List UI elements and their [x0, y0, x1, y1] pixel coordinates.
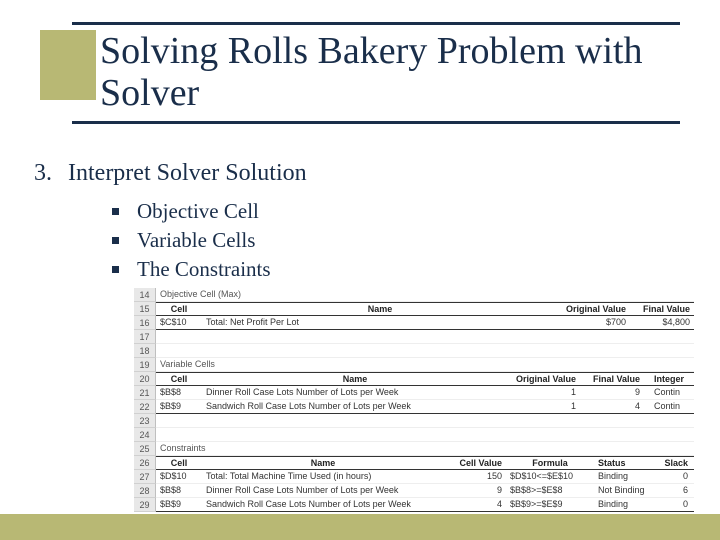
list-item: Objective Cell [112, 199, 686, 224]
cell-original-value: $700 [558, 315, 630, 329]
title-block: Solving Rolls Bakery Problem with Solver [100, 0, 680, 132]
col-final-value: Final Value [580, 372, 644, 386]
row-number: 14 [134, 288, 156, 302]
cell-original-value: 1 [508, 399, 580, 413]
cell-ref: $B$8 [156, 483, 202, 497]
cell-formula: $B$9>=$E$9 [506, 497, 594, 511]
section-label-constraints: Constraints [156, 441, 210, 455]
section-label-objective: Objective Cell (Max) [156, 287, 245, 301]
row-number: 20 [134, 372, 156, 386]
cell-value: 150 [444, 469, 506, 483]
cell-final-value: 4 [580, 399, 644, 413]
step-text: Interpret Solver Solution [68, 160, 307, 187]
cell-ref: $C$10 [156, 315, 202, 329]
col-integer: Integer [644, 372, 694, 386]
rule-bottom [72, 121, 680, 124]
bullet-list: Objective Cell Variable Cells The Constr… [112, 199, 686, 282]
col-status: Status [594, 456, 656, 470]
spreadsheet-grid: Objective Cell (Max) Cell Name Original … [156, 288, 694, 512]
bullet-icon [112, 208, 119, 215]
table-header-row: Cell Name Cell Value Formula Status Slac… [156, 456, 694, 470]
col-cell: Cell [156, 372, 202, 386]
cell-name: Dinner Roll Case Lots Number of Lots per… [202, 483, 444, 497]
step-row: 3. Interpret Solver Solution [34, 160, 686, 187]
col-cell: Cell [156, 302, 202, 316]
cell-value: 9 [444, 483, 506, 497]
cell-name: Total: Net Profit Per Lot [202, 315, 558, 329]
cell-name: Dinner Roll Case Lots Number of Lots per… [202, 385, 508, 399]
row-number: 28 [134, 484, 156, 498]
body: 3. Interpret Solver Solution Objective C… [34, 160, 686, 512]
col-name: Name [202, 302, 558, 316]
cell-slack: 0 [656, 497, 694, 511]
row-number: 27 [134, 470, 156, 484]
col-cell: Cell [156, 456, 202, 470]
row-number-gutter: 14151617181920212223242526272829 [134, 288, 156, 512]
cell-name: Total: Total Machine Time Used (in hours… [202, 469, 444, 483]
row-number: 26 [134, 456, 156, 470]
cell-integer: Contin [644, 399, 694, 413]
slide-title: Solving Rolls Bakery Problem with Solver [100, 31, 680, 115]
row-number: 22 [134, 400, 156, 414]
cell-final-value: 9 [580, 385, 644, 399]
spreadsheet-screenshot: 14151617181920212223242526272829 Objecti… [134, 288, 694, 512]
list-item: The Constraints [112, 257, 686, 282]
table-row: $B$8 Dinner Roll Case Lots Number of Lot… [156, 484, 694, 498]
cell-slack: 0 [656, 469, 694, 483]
cell-ref: $B$8 [156, 385, 202, 399]
accent-bar [40, 30, 96, 100]
cell-integer: Contin [644, 385, 694, 399]
section-label-variable: Variable Cells [156, 357, 219, 371]
table-row: $B$9 Sandwich Roll Case Lots Number of L… [156, 400, 694, 414]
bullet-text: The Constraints [137, 257, 271, 282]
col-original-value: Original Value [508, 372, 580, 386]
cell-status: Binding [594, 469, 656, 483]
col-slack: Slack [656, 456, 694, 470]
cell-ref: $D$10 [156, 469, 202, 483]
col-original-value: Original Value [558, 302, 630, 316]
col-final-value: Final Value [630, 302, 694, 316]
footer-bar [0, 514, 720, 540]
cell-name: Sandwich Roll Case Lots Number of Lots p… [202, 399, 508, 413]
row-number: 17 [134, 330, 156, 344]
row-number: 16 [134, 316, 156, 330]
table-row: $B$8 Dinner Roll Case Lots Number of Lot… [156, 386, 694, 400]
bullet-text: Objective Cell [137, 199, 259, 224]
cell-ref: $B$9 [156, 399, 202, 413]
table-header-row: Cell Name Original Value Final Value [156, 302, 694, 316]
col-name: Name [202, 372, 508, 386]
rule-top [72, 22, 680, 25]
row-number: 19 [134, 358, 156, 372]
row-number: 23 [134, 414, 156, 428]
table-row: $C$10 Total: Net Profit Per Lot $700 $4,… [156, 316, 694, 330]
cell-status: Binding [594, 497, 656, 511]
table-header-row: Cell Name Original Value Final Value Int… [156, 372, 694, 386]
bullet-icon [112, 266, 119, 273]
row-number: 24 [134, 428, 156, 442]
cell-status: Not Binding [594, 483, 656, 497]
cell-formula: $B$8>=$E$8 [506, 483, 594, 497]
cell-original-value: 1 [508, 385, 580, 399]
cell-slack: 6 [656, 483, 694, 497]
bullet-icon [112, 237, 119, 244]
cell-value: 4 [444, 497, 506, 511]
row-number: 21 [134, 386, 156, 400]
col-formula: Formula [506, 456, 594, 470]
cell-name: Sandwich Roll Case Lots Number of Lots p… [202, 497, 444, 511]
table-row: $D$10 Total: Total Machine Time Used (in… [156, 470, 694, 484]
row-number: 25 [134, 442, 156, 456]
cell-final-value: $4,800 [630, 315, 694, 329]
col-name: Name [202, 456, 444, 470]
row-number: 29 [134, 498, 156, 512]
bullet-text: Variable Cells [137, 228, 255, 253]
row-number: 15 [134, 302, 156, 316]
col-cell-value: Cell Value [444, 456, 506, 470]
cell-ref: $B$9 [156, 497, 202, 511]
step-number: 3. [34, 160, 58, 187]
cell-formula: $D$10<=$E$10 [506, 469, 594, 483]
table-row: $B$9 Sandwich Roll Case Lots Number of L… [156, 498, 694, 512]
row-number: 18 [134, 344, 156, 358]
list-item: Variable Cells [112, 228, 686, 253]
